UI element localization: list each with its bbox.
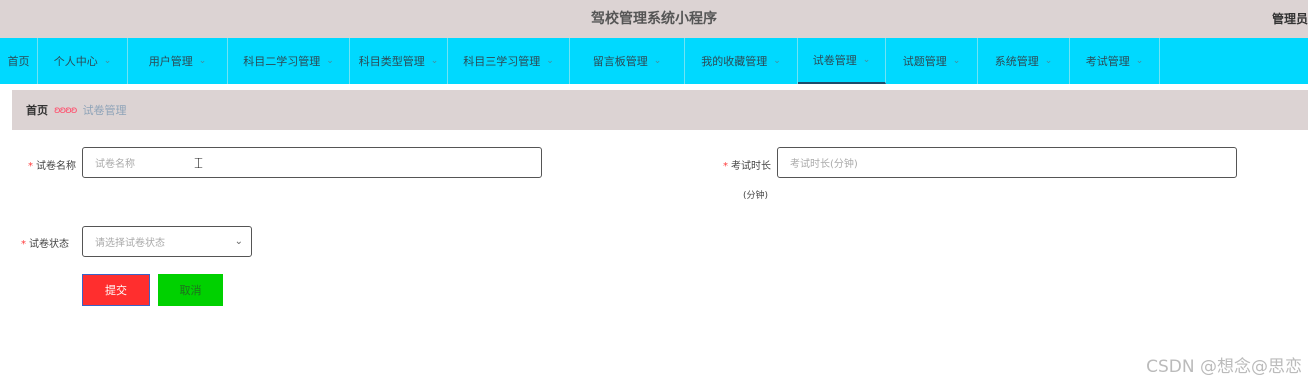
required-mark: * (28, 161, 33, 172)
nav-item-label: 试卷管理 (812, 54, 857, 67)
chevron-down-icon: ⌄ (1135, 56, 1144, 66)
chevron-down-icon: ⌄ (103, 56, 112, 66)
status-select-placeholder: 请选择试卷状态 (95, 238, 165, 249)
paper-name-input[interactable]: 试卷名称 (82, 147, 542, 178)
nav-item-paper-mgmt[interactable]: 试卷管理 ⌄ (798, 38, 886, 84)
status-select[interactable]: 请选择试卷状态 ⌄ (82, 226, 252, 257)
nav-item-subject2-study[interactable]: 科目二学习管理 ⌄ (228, 38, 350, 84)
duration-unit-label: (分钟) (743, 191, 769, 201)
text-cursor-icon: ⌶ (194, 154, 204, 172)
main-nav: 首页 个人中心 ⌄ 用户管理 ⌄ 科目二学习管理 ⌄ 科目类型管理 ⌄ 科目三学习管理 ⌄… (0, 38, 1308, 84)
required-mark: * (21, 239, 26, 250)
chevron-down-icon: ⌄ (234, 236, 243, 247)
app-title: 驾校管理系统小程序 (591, 11, 717, 27)
nav-item-label: 科目三学习管理 (463, 55, 541, 68)
duration-label-text: 考试时长 (731, 161, 771, 172)
nav-item-label: 系统管理 (994, 55, 1039, 68)
nav-item-home[interactable]: 首页 (0, 38, 38, 84)
nav-item-message-board[interactable]: 留言板管理 ⌄ (570, 38, 685, 84)
chevron-down-icon: ⌄ (1044, 56, 1053, 66)
status-label-text: 试卷状态 (29, 239, 69, 250)
cancel-button[interactable]: 取消 (158, 274, 223, 306)
breadcrumb: 首页 ʚʚʚʚ 试卷管理 (12, 90, 1308, 130)
nav-item-exam-mgmt[interactable]: 考试管理 ⌄ (1070, 38, 1160, 84)
chevron-down-icon: ⌄ (198, 56, 207, 66)
paper-name-label: * 试卷名称 (28, 157, 76, 172)
submit-button[interactable]: 提交 (82, 274, 150, 306)
nav-item-label: 科目类型管理 (358, 55, 425, 68)
chevron-down-icon: ⌄ (430, 56, 439, 66)
breadcrumb-home[interactable]: 首页 (26, 102, 48, 118)
status-label: * 试卷状态 (21, 235, 69, 250)
nav-item-label: 留言板管理 (592, 55, 648, 68)
chevron-down-icon: ⌄ (326, 56, 334, 66)
duration-input[interactable]: 考试时长(分钟) (777, 147, 1237, 178)
nav-item-label: 考试管理 (1085, 55, 1130, 68)
chevron-down-icon: ⌄ (952, 56, 961, 66)
nav-item-my-favorites[interactable]: 我的收藏管理 ⌄ (685, 38, 798, 84)
top-header: 驾校管理系统小程序 管理员 (0, 0, 1308, 38)
chevron-down-icon: ⌄ (862, 55, 871, 65)
chevron-down-icon: ⌄ (546, 56, 554, 66)
nav-item-label: 个人中心 (53, 55, 98, 68)
breadcrumb-current: 试卷管理 (82, 104, 127, 117)
nav-item-personal-center[interactable]: 个人中心 ⌄ (38, 38, 128, 84)
nav-item-question-mgmt[interactable]: 试题管理 ⌄ (886, 38, 978, 84)
breadcrumb-separator-icon: ʚʚʚʚ (54, 104, 78, 116)
nav-item-label: 用户管理 (148, 55, 193, 68)
nav-item-subject3-study[interactable]: 科目三学习管理 ⌄ (448, 38, 570, 84)
watermark: CSDN @想念@思恋 (1146, 357, 1302, 377)
nav-item-label: 试题管理 (902, 55, 947, 68)
nav-item-system-mgmt[interactable]: 系统管理 ⌄ (978, 38, 1070, 84)
user-role-label[interactable]: 管理员 (1272, 0, 1308, 38)
nav-item-subject-type[interactable]: 科目类型管理 ⌄ (350, 38, 448, 84)
paper-name-label-text: 试卷名称 (36, 161, 76, 172)
nav-item-label: 首页 (7, 55, 30, 68)
nav-item-label: 我的收藏管理 (701, 55, 768, 68)
duration-label: * 考试时长 (723, 157, 771, 172)
required-mark: * (723, 161, 728, 172)
chevron-down-icon: ⌄ (773, 56, 781, 66)
nav-item-label: 科目二学习管理 (243, 55, 321, 68)
nav-item-user-mgmt[interactable]: 用户管理 ⌄ (128, 38, 228, 84)
chevron-down-icon: ⌄ (653, 56, 662, 66)
